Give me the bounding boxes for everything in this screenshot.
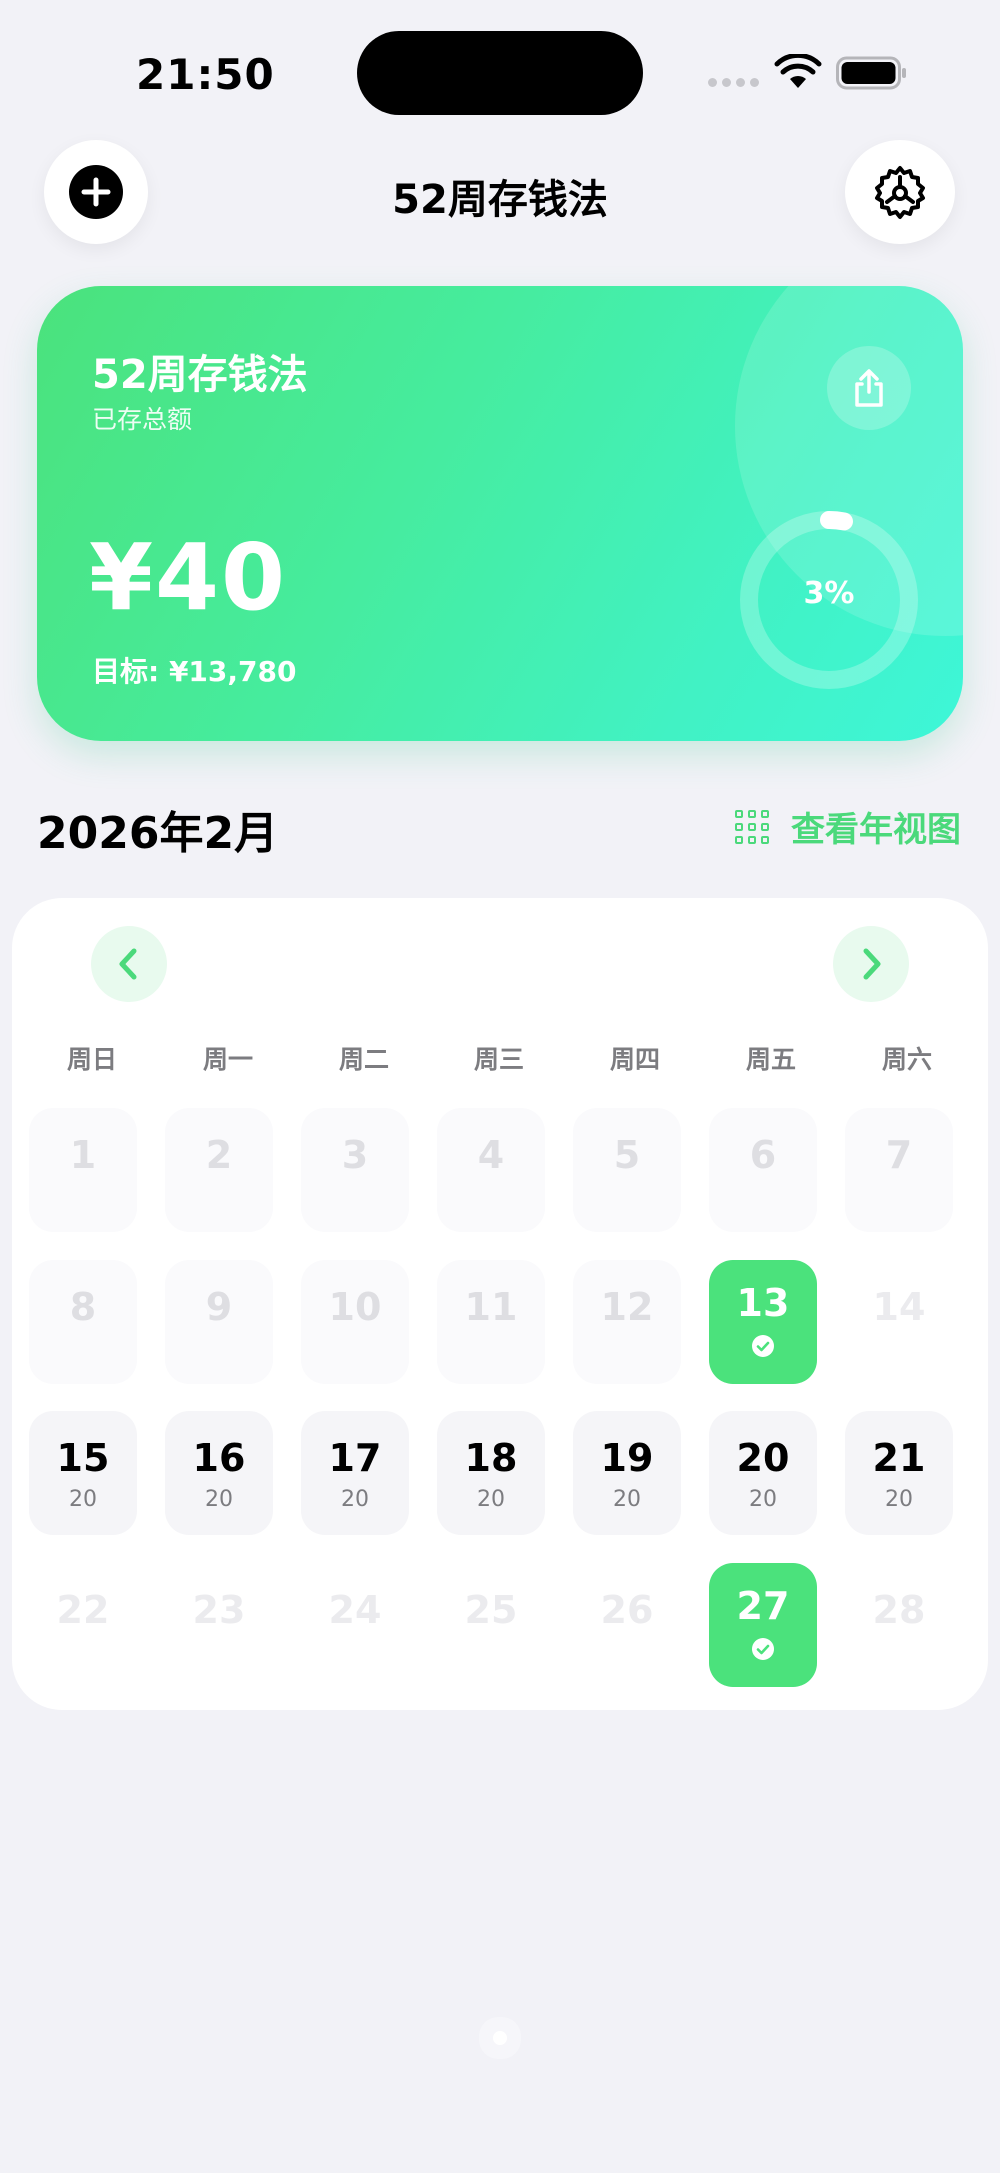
saved-amount: ¥40 (89, 524, 288, 631)
day-number: 23 (192, 1588, 246, 1632)
day-deposit-amount: 20 (477, 1487, 505, 1512)
previous-month-button[interactable] (91, 926, 167, 1002)
day-number: 8 (69, 1285, 97, 1329)
check-circle-icon (752, 1335, 774, 1357)
chevron-right-icon (863, 948, 881, 980)
day-cell-25[interactable]: 25 (437, 1563, 545, 1687)
day-cell-1[interactable]: 1 (29, 1108, 137, 1232)
wifi-icon (774, 54, 822, 88)
day-cell-28[interactable]: 28 (845, 1563, 953, 1687)
day-deposit-amount: 20 (613, 1487, 641, 1512)
weekday-label: 周一 (202, 1045, 253, 1074)
day-number: 9 (205, 1285, 233, 1329)
day-cell-15[interactable]: 15 20 (29, 1411, 137, 1535)
day-number: 11 (464, 1285, 518, 1329)
gear-icon (875, 166, 925, 219)
dynamic-island (357, 31, 643, 115)
plan-subtitle: 已存总额 (92, 405, 193, 434)
chevron-left-icon (119, 948, 137, 980)
day-cell-11[interactable]: 11 (437, 1260, 545, 1384)
day-number: 15 (56, 1436, 110, 1480)
grid-icon (735, 809, 769, 844)
day-number: 28 (872, 1588, 926, 1632)
page-indicator (493, 2031, 507, 2045)
day-number: 1 (69, 1133, 97, 1177)
calendar-card: 周日 周一 周二 周三 周四 周五 周六 1 2 3 4 5 6 7 8 9 10 11 12 13 14 15 20 16 2… (12, 898, 988, 1710)
share-icon (855, 369, 883, 407)
month-title: 2026年2月 (37, 808, 279, 859)
day-cell-21[interactable]: 21 20 (845, 1411, 953, 1535)
day-deposit-amount: 20 (885, 1487, 913, 1512)
day-cell-7[interactable]: 7 (845, 1108, 953, 1232)
savings-summary-card[interactable]: 52周存钱法 已存总额 ¥40 目标: ¥13,780 3% (37, 286, 963, 741)
day-cell-12[interactable]: 12 (573, 1260, 681, 1384)
day-number: 27 (736, 1584, 790, 1628)
day-cell-22[interactable]: 22 (29, 1563, 137, 1687)
plan-title: 52周存钱法 (92, 352, 308, 398)
day-number: 21 (872, 1436, 926, 1480)
day-number: 2 (205, 1133, 233, 1177)
day-cell-4[interactable]: 4 (437, 1108, 545, 1232)
day-cell-6[interactable]: 6 (709, 1108, 817, 1232)
day-cell-16[interactable]: 16 20 (165, 1411, 273, 1535)
check-circle-icon (752, 1638, 774, 1660)
day-number: 10 (328, 1285, 382, 1329)
day-number: 24 (328, 1588, 382, 1632)
day-number: 14 (872, 1285, 926, 1329)
share-button[interactable] (827, 346, 911, 430)
day-cell-18[interactable]: 18 20 (437, 1411, 545, 1535)
target-amount: 目标: ¥13,780 (92, 655, 297, 688)
progress-percent: 3% (803, 576, 855, 611)
day-deposit-amount: 20 (205, 1487, 233, 1512)
day-deposit-amount: 20 (749, 1487, 777, 1512)
day-cell-8[interactable]: 8 (29, 1260, 137, 1384)
battery-icon (836, 56, 906, 90)
day-cell-24[interactable]: 24 (301, 1563, 409, 1687)
weekday-label: 周四 (609, 1045, 660, 1074)
day-cell-3[interactable]: 3 (301, 1108, 409, 1232)
weekday-label: 周二 (338, 1045, 389, 1074)
day-number: 17 (328, 1436, 382, 1480)
status-time: 21:50 (136, 50, 275, 99)
day-deposit-amount: 20 (69, 1487, 97, 1512)
day-number: 19 (600, 1436, 654, 1480)
day-cell-17[interactable]: 17 20 (301, 1411, 409, 1535)
day-number: 22 (56, 1588, 110, 1632)
day-cell-14[interactable]: 14 (845, 1260, 953, 1384)
day-cell-27[interactable]: 27 (709, 1563, 817, 1687)
day-number: 18 (464, 1436, 518, 1480)
day-number: 20 (736, 1436, 790, 1480)
year-view-link[interactable]: 查看年视图 (735, 802, 961, 851)
cellular-signal-icon (708, 78, 759, 87)
day-number: 16 (192, 1436, 246, 1480)
day-cell-19[interactable]: 19 20 (573, 1411, 681, 1535)
day-number: 25 (464, 1588, 518, 1632)
year-view-label: 查看年视图 (791, 810, 961, 850)
day-number: 26 (600, 1588, 654, 1632)
weekday-label: 周六 (881, 1045, 932, 1074)
day-deposit-amount: 20 (341, 1487, 369, 1512)
day-cell-13[interactable]: 13 (709, 1260, 817, 1384)
settings-button[interactable] (845, 140, 955, 244)
day-number: 5 (613, 1133, 641, 1177)
weekday-label: 周三 (473, 1045, 524, 1074)
day-number: 6 (749, 1133, 777, 1177)
status-bar: 21:50 (0, 0, 1000, 120)
day-number: 7 (885, 1133, 913, 1177)
day-number: 13 (736, 1281, 790, 1325)
weekday-label: 周日 (66, 1045, 117, 1074)
day-cell-23[interactable]: 23 (165, 1563, 273, 1687)
day-cell-26[interactable]: 26 (573, 1563, 681, 1687)
day-number: 4 (477, 1133, 505, 1177)
day-number: 3 (341, 1133, 369, 1177)
day-cell-2[interactable]: 2 (165, 1108, 273, 1232)
day-cell-20[interactable]: 20 20 (709, 1411, 817, 1535)
day-cell-9[interactable]: 9 (165, 1260, 273, 1384)
day-cell-10[interactable]: 10 (301, 1260, 409, 1384)
day-number: 12 (600, 1285, 654, 1329)
next-month-button[interactable] (833, 926, 909, 1002)
weekday-label: 周五 (745, 1045, 796, 1074)
day-cell-5[interactable]: 5 (573, 1108, 681, 1232)
